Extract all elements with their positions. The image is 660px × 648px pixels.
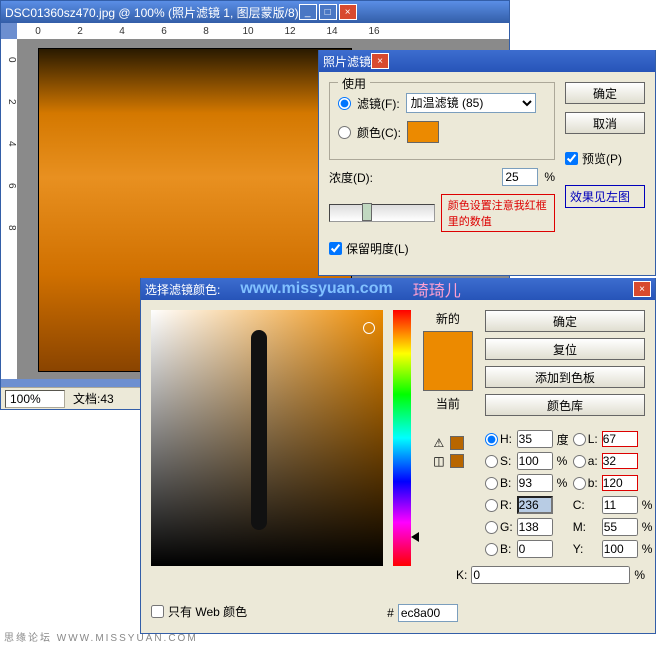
websafe-warning-icon[interactable]: ◫ bbox=[432, 454, 446, 468]
density-input[interactable] bbox=[502, 168, 538, 186]
k-input[interactable] bbox=[471, 566, 630, 584]
b2-input[interactable] bbox=[517, 540, 553, 558]
hex-input[interactable] bbox=[398, 604, 458, 622]
slider-thumb[interactable] bbox=[362, 203, 372, 221]
l-radio[interactable]: L: bbox=[573, 432, 598, 446]
density-label: 浓度(D): bbox=[329, 169, 373, 186]
h-input[interactable] bbox=[517, 430, 553, 448]
r-radio[interactable]: R: bbox=[485, 498, 513, 512]
hint-annotation: 颜色设置注意我红框里的数值 bbox=[441, 194, 555, 232]
use-group-title: 使用 bbox=[338, 75, 370, 92]
web-only-label: 只有 Web 颜色 bbox=[168, 603, 247, 620]
lab-b-radio[interactable]: b: bbox=[573, 476, 598, 490]
photo-filter-title: 照片滤镜 bbox=[323, 53, 371, 70]
document-title: DSC01360sz470.jpg @ 100% (照片滤镜 1, 图层蒙版/8… bbox=[5, 4, 299, 21]
watermark-text: www.missyuan.com bbox=[240, 280, 392, 298]
a-radio[interactable]: a: bbox=[573, 454, 598, 468]
b2-radio[interactable]: B: bbox=[485, 542, 513, 556]
y-input[interactable] bbox=[602, 540, 638, 558]
preserve-label: 保留明度(L) bbox=[346, 240, 409, 257]
author-text: 琦琦儿 bbox=[413, 277, 461, 301]
hint-right: 效果见左图 bbox=[565, 185, 645, 208]
density-slider[interactable] bbox=[329, 204, 435, 222]
color-library-button[interactable]: 颜色库 bbox=[485, 394, 645, 416]
cancel-button[interactable]: 取消 bbox=[565, 112, 645, 134]
current-label: 当前 bbox=[436, 395, 460, 412]
percent-label: % bbox=[544, 170, 555, 184]
minimize-button[interactable]: _ bbox=[299, 4, 317, 20]
preserve-luminosity-checkbox[interactable] bbox=[329, 242, 342, 255]
color-picker-dialog: 选择滤镜颜色: www.missyuan.com 琦琦儿 × 新的 当前 ⚠ ◫… bbox=[140, 278, 656, 634]
color-field[interactable] bbox=[151, 310, 383, 566]
photo-filter-titlebar[interactable]: 照片滤镜 × bbox=[319, 50, 655, 72]
hue-slider[interactable] bbox=[393, 310, 411, 566]
maximize-button[interactable]: □ bbox=[319, 4, 337, 20]
s-radio[interactable]: S: bbox=[485, 454, 513, 468]
color-swatch[interactable] bbox=[407, 121, 439, 143]
color-label: 颜色(C): bbox=[357, 124, 401, 141]
hue-thumb[interactable] bbox=[411, 532, 419, 542]
add-swatch-button[interactable]: 添加到色板 bbox=[485, 366, 645, 388]
c-label: C: bbox=[573, 498, 598, 512]
m-input[interactable] bbox=[602, 518, 638, 536]
web-only-checkbox[interactable] bbox=[151, 605, 164, 618]
preview-checkbox[interactable] bbox=[565, 152, 578, 165]
close-button[interactable]: × bbox=[371, 53, 389, 69]
ruler-vertical: 02468 bbox=[1, 39, 17, 379]
new-label: 新的 bbox=[436, 310, 460, 327]
color-picker-titlebar[interactable]: 选择滤镜颜色: www.missyuan.com 琦琦儿 × bbox=[141, 278, 655, 300]
k-label: K: bbox=[456, 568, 467, 582]
r-input[interactable] bbox=[517, 496, 553, 514]
color-preview[interactable] bbox=[423, 331, 473, 391]
brush-annotation bbox=[251, 330, 267, 530]
g-radio[interactable]: G: bbox=[485, 520, 513, 534]
gamut-warning-icon[interactable]: ⚠ bbox=[432, 436, 446, 450]
ok-button[interactable]: 确定 bbox=[565, 82, 645, 104]
g-input[interactable] bbox=[517, 518, 553, 536]
filter-radio[interactable] bbox=[338, 97, 351, 110]
preview-label: 预览(P) bbox=[582, 150, 622, 167]
m-label: M: bbox=[573, 520, 598, 534]
use-groupbox: 使用 滤镜(F): 加温滤镜 (85) 颜色(C): bbox=[329, 82, 555, 160]
filter-select[interactable]: 加温滤镜 (85) bbox=[406, 93, 536, 113]
document-titlebar[interactable]: DSC01360sz470.jpg @ 100% (照片滤镜 1, 图层蒙版/8… bbox=[1, 1, 509, 23]
websafe-swatch[interactable] bbox=[450, 454, 464, 468]
photo-filter-dialog: 照片滤镜 × 使用 滤镜(F): 加温滤镜 (85) 颜色(C): 浓度(D): bbox=[318, 50, 656, 276]
hex-label: # bbox=[387, 606, 394, 620]
gamut-swatch[interactable] bbox=[450, 436, 464, 450]
color-field-marker[interactable] bbox=[363, 322, 375, 334]
ruler-horizontal: 0246810121416 bbox=[17, 23, 509, 39]
close-button[interactable]: × bbox=[339, 4, 357, 20]
y-label: Y: bbox=[573, 542, 598, 556]
close-button[interactable]: × bbox=[633, 281, 651, 297]
s-input[interactable] bbox=[517, 452, 553, 470]
doc-info: 文档:43 bbox=[73, 390, 114, 407]
color-picker-title: 选择滤镜颜色: bbox=[145, 281, 220, 298]
c-input[interactable] bbox=[602, 496, 638, 514]
l-input[interactable] bbox=[602, 431, 638, 447]
color-radio[interactable] bbox=[338, 126, 351, 139]
a-input[interactable] bbox=[602, 453, 638, 469]
footer-watermark: 思缘论坛 WWW.MISSYUAN.COM bbox=[4, 629, 198, 644]
ok-button[interactable]: 确定 bbox=[485, 310, 645, 332]
h-radio[interactable]: H: bbox=[485, 432, 513, 446]
b-radio[interactable]: B: bbox=[485, 476, 513, 490]
zoom-input[interactable]: 100% bbox=[5, 390, 65, 408]
reset-button[interactable]: 复位 bbox=[485, 338, 645, 360]
lab-b-input[interactable] bbox=[602, 475, 638, 491]
filter-label: 滤镜(F): bbox=[357, 95, 400, 112]
b-input[interactable] bbox=[517, 474, 553, 492]
